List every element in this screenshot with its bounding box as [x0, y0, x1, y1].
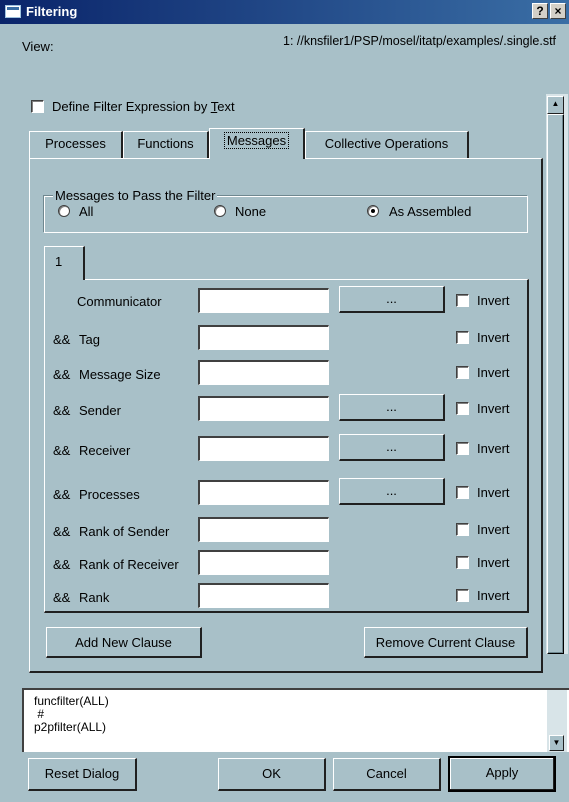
row-operator: && — [53, 367, 71, 382]
tab-messages[interactable]: Messages — [209, 128, 305, 159]
row-label-communicator: Communicator — [77, 294, 162, 309]
communicator-invert-checkbox[interactable] — [456, 294, 469, 307]
radio-all-label: All — [79, 204, 94, 219]
rank-of-sender-input[interactable] — [198, 517, 329, 542]
row-operator: && — [53, 443, 71, 458]
expression-line: p2pfilter(ALL) — [34, 720, 107, 734]
row-label-processes: Processes — [79, 487, 140, 502]
message-size-input[interactable] — [198, 360, 329, 385]
sender-invert-checkbox[interactable] — [456, 402, 469, 415]
radio-none[interactable] — [214, 205, 226, 217]
rank-of-receiver-invert-checkbox[interactable] — [456, 556, 469, 569]
sender-invert-label: Invert — [477, 401, 510, 416]
tab-collective-operations[interactable]: Collective Operations — [305, 131, 469, 158]
processes-invert-checkbox[interactable] — [456, 486, 469, 499]
view-label: View: — [22, 39, 54, 54]
radio-as-assembled-label: As Assembled — [389, 204, 472, 219]
rank-of-receiver-invert-label: Invert — [477, 555, 510, 570]
communicator-input[interactable] — [198, 288, 329, 313]
radio-as-assembled[interactable] — [367, 205, 379, 217]
radio-none-label: None — [235, 204, 267, 219]
communicator-browse-button[interactable]: ... — [339, 286, 445, 313]
rank-input[interactable] — [198, 583, 329, 608]
reset-dialog-button[interactable]: Reset Dialog — [28, 758, 137, 791]
receiver-input[interactable] — [198, 436, 329, 461]
tag-invert-label: Invert — [477, 330, 510, 345]
apply-button[interactable]: Apply — [448, 756, 556, 792]
rank-invert-checkbox[interactable] — [456, 589, 469, 602]
clause-tab-1[interactable]: 1 — [44, 246, 85, 280]
sender-input[interactable] — [198, 396, 329, 421]
add-new-clause-button[interactable]: Add New Clause — [46, 627, 202, 658]
row-operator: && — [53, 403, 71, 418]
view-path: 1: //knsfiler1/PSP/mosel/itatp/examples/… — [283, 34, 557, 48]
communicator-invert-label: Invert — [477, 293, 510, 308]
help-button[interactable]: ? — [532, 3, 548, 19]
rank-of-receiver-input[interactable] — [198, 550, 329, 575]
tab-processes[interactable]: Processes — [29, 131, 123, 158]
receiver-browse-button[interactable]: ... — [339, 434, 445, 461]
row-label-rank: Rank — [79, 590, 110, 605]
expression-line: # — [34, 707, 45, 721]
main-scrollbar-thumb[interactable] — [547, 114, 564, 654]
title-bar: Filtering ? × — [0, 0, 569, 24]
sender-browse-button[interactable]: ... — [339, 394, 445, 421]
row-label-tag: Tag — [79, 332, 100, 347]
window-title: Filtering — [26, 4, 78, 19]
row-label-receiver: Receiver — [79, 443, 131, 458]
message-size-invert-checkbox[interactable] — [456, 366, 469, 379]
scroll-up-arrow-icon[interactable]: ▲ — [547, 96, 564, 114]
rank-of-sender-invert-checkbox[interactable] — [456, 523, 469, 536]
row-label-rank-of-receiver: Rank of Receiver — [79, 557, 179, 572]
processes-invert-label: Invert — [477, 485, 510, 500]
receiver-invert-checkbox[interactable] — [456, 442, 469, 455]
row-operator: && — [53, 487, 71, 502]
radio-all[interactable] — [58, 205, 70, 217]
row-label-message-size: Message Size — [79, 367, 161, 382]
processes-browse-button[interactable]: ... — [339, 478, 445, 505]
processes-input[interactable] — [198, 480, 329, 505]
tag-input[interactable] — [198, 325, 329, 350]
row-operator: && — [53, 557, 71, 572]
cancel-button[interactable]: Cancel — [333, 758, 441, 791]
define-filter-label: Define Filter Expression by Text — [52, 99, 235, 114]
window-icon — [5, 5, 21, 18]
rank-of-sender-invert-label: Invert — [477, 522, 510, 537]
ok-button[interactable]: OK — [218, 758, 326, 791]
row-operator: && — [53, 524, 71, 539]
receiver-invert-label: Invert — [477, 441, 510, 456]
scroll-down-arrow-icon[interactable]: ▼ — [549, 735, 564, 751]
tag-invert-checkbox[interactable] — [456, 331, 469, 344]
expression-line: funcfilter(ALL) — [34, 694, 109, 708]
filter-expression-textarea[interactable]: funcfilter(ALL) # p2pfilter(ALL) — [22, 688, 569, 752]
row-operator: && — [53, 590, 71, 605]
row-operator: && — [53, 332, 71, 347]
tab-functions[interactable]: Functions — [123, 131, 209, 158]
message-size-invert-label: Invert — [477, 365, 510, 380]
messages-group-legend: Messages to Pass the Filter — [53, 188, 218, 203]
rank-invert-label: Invert — [477, 588, 510, 603]
define-filter-checkbox[interactable] — [31, 100, 44, 113]
row-label-rank-of-sender: Rank of Sender — [79, 524, 170, 539]
close-button[interactable]: × — [550, 3, 566, 19]
remove-current-clause-button[interactable]: Remove Current Clause — [364, 627, 528, 658]
row-label-sender: Sender — [79, 403, 121, 418]
